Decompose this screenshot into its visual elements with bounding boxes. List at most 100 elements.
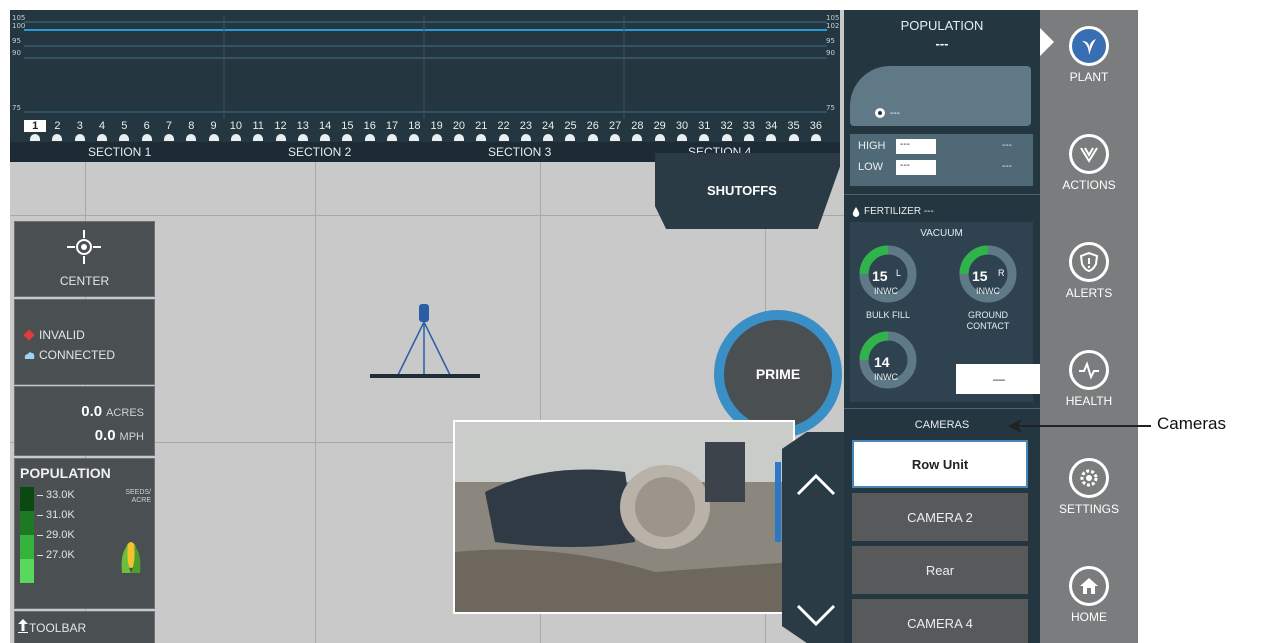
row-marker xyxy=(766,134,777,141)
row-number[interactable]: 15 xyxy=(336,120,358,132)
row-number[interactable]: 30 xyxy=(671,120,693,132)
row-marker xyxy=(342,134,353,141)
home-icon xyxy=(1069,566,1109,606)
prime-button[interactable]: PRIME xyxy=(724,320,832,428)
nav-settings[interactable]: SETTINGS xyxy=(1040,458,1138,516)
camera-4-button[interactable]: CAMERA 4 xyxy=(852,599,1028,643)
legend-item: 31.0K xyxy=(37,509,75,521)
shield-alert-icon xyxy=(1069,242,1109,282)
nav-health[interactable]: HEALTH xyxy=(1040,350,1138,408)
gps-status-panel[interactable]: INVALID CONNECTED xyxy=(14,299,155,385)
toolbar-button[interactable]: TOOLBAR xyxy=(14,611,155,643)
nav-home-label: HOME xyxy=(1071,610,1107,624)
row-number[interactable]: 26 xyxy=(582,120,604,132)
row-number[interactable]: 32 xyxy=(715,120,737,132)
camera-rear-button[interactable]: Rear xyxy=(852,546,1028,594)
camera-feed[interactable] xyxy=(453,420,795,614)
bulk-fill-title: BULK FILL xyxy=(865,310,911,320)
row-marker xyxy=(364,134,375,141)
nav-actions-label: ACTIONS xyxy=(1062,178,1116,192)
chart-tick-left: 95 xyxy=(12,37,21,45)
plant-icon xyxy=(1069,26,1109,66)
row-number[interactable]: 2 xyxy=(46,120,68,132)
shutoffs-button[interactable]: SHUTOFFS xyxy=(655,153,840,229)
nav-home[interactable]: HOME xyxy=(1040,566,1138,624)
fertilizer-status[interactable]: FERTILIZER --- xyxy=(864,206,934,217)
ground-contact-title: GROUND CONTACT xyxy=(966,310,1010,331)
row-marker xyxy=(119,134,130,141)
row-number[interactable]: 21 xyxy=(470,120,492,132)
row-number[interactable]: 23 xyxy=(515,120,537,132)
population-unit: SEEDS/ ACRE xyxy=(125,489,151,504)
camera-2-button[interactable]: CAMERA 2 xyxy=(852,493,1028,541)
droplet-icon xyxy=(852,207,860,217)
row-number[interactable]: 18 xyxy=(403,120,425,132)
row-number[interactable]: 10 xyxy=(225,120,247,132)
row-number[interactable]: 12 xyxy=(269,120,291,132)
row-number[interactable]: 11 xyxy=(247,120,269,132)
row-number[interactable]: 33 xyxy=(738,120,760,132)
camera-image xyxy=(455,422,793,612)
row-number[interactable]: 25 xyxy=(559,120,581,132)
section-2-label[interactable]: SECTION 2 xyxy=(288,145,351,159)
high-right-value: --- xyxy=(1002,140,1012,151)
population-color-scale xyxy=(20,487,34,583)
row-marker xyxy=(97,134,108,141)
chevron-up-icon[interactable] xyxy=(796,472,836,496)
divider xyxy=(844,408,1040,409)
row-number[interactable]: 29 xyxy=(649,120,671,132)
row-number[interactable]: 35 xyxy=(782,120,804,132)
low-right-value: --- xyxy=(1002,161,1012,172)
row-number[interactable]: 34 xyxy=(760,120,782,132)
nav-alerts[interactable]: ALERTS xyxy=(1040,242,1138,300)
vacuum-left-side: L xyxy=(896,268,902,278)
gps-status-label: INVALID xyxy=(39,328,85,342)
row-marker xyxy=(431,134,442,141)
shutoffs-label: SHUTOFFS xyxy=(707,183,777,198)
row-number[interactable]: 36 xyxy=(805,120,827,132)
row-number[interactable]: 19 xyxy=(426,120,448,132)
nav-actions[interactable]: ACTIONS xyxy=(1040,134,1138,192)
row-number[interactable]: 1 xyxy=(24,120,47,132)
row-number[interactable]: 14 xyxy=(314,120,336,132)
section-3-label[interactable]: SECTION 3 xyxy=(488,145,551,159)
row-number[interactable]: 22 xyxy=(492,120,514,132)
chevron-down-icon[interactable] xyxy=(796,604,836,628)
population-legend-panel[interactable]: POPULATION 33.0K 31.0K 29.0K 27.0K SEEDS… xyxy=(14,458,155,609)
actions-icon xyxy=(1069,134,1109,174)
row-number[interactable]: 8 xyxy=(180,120,202,132)
ground-contact-value: — xyxy=(956,364,1042,394)
plant-control-panel: POPULATION --- --- HIGH --- --- LOW --- … xyxy=(844,10,1042,643)
row-number[interactable]: 20 xyxy=(448,120,470,132)
nav-plant[interactable]: PLANT xyxy=(1040,26,1138,84)
row-number[interactable]: 17 xyxy=(381,120,403,132)
row-number[interactable]: 7 xyxy=(158,120,180,132)
acres-speed-panel[interactable]: 0.0 ACRES 0.0 MPH xyxy=(14,386,155,456)
gps-status-row: INVALID xyxy=(23,328,85,342)
row-number[interactable]: 4 xyxy=(91,120,113,132)
gauges-panel[interactable]: VACUUM 15 L INWC 15 R INWC BULK FILL GRO… xyxy=(850,222,1042,402)
high-low-panel[interactable]: HIGH --- --- LOW --- --- xyxy=(850,134,1033,186)
row-number[interactable]: 31 xyxy=(693,120,715,132)
planter-display: 105 100 95 90 75 105 102 95 90 75 123456… xyxy=(10,10,1138,643)
row-marker xyxy=(74,134,85,141)
row-number[interactable]: 28 xyxy=(626,120,648,132)
center-button[interactable]: CENTER xyxy=(14,221,155,297)
bulk-fill-unit: INWC xyxy=(874,372,898,382)
acres-metric: 0.0 ACRES xyxy=(81,403,144,420)
chart-tick-right: 95 xyxy=(826,37,835,45)
row-number[interactable]: 3 xyxy=(69,120,91,132)
row-number[interactable]: 16 xyxy=(359,120,381,132)
chart-tick-right: 75 xyxy=(826,104,835,112)
row-number[interactable]: 6 xyxy=(136,120,158,132)
camera-row-unit-button[interactable]: Row Unit xyxy=(852,440,1028,488)
row-number[interactable]: 5 xyxy=(113,120,135,132)
chart-tick-right: 102 xyxy=(826,22,840,30)
section-1-label[interactable]: SECTION 1 xyxy=(88,145,151,159)
row-number[interactable]: 27 xyxy=(604,120,626,132)
nav-plant-label: PLANT xyxy=(1069,70,1109,84)
row-number[interactable]: 24 xyxy=(537,120,559,132)
row-marker xyxy=(476,134,487,141)
row-number[interactable]: 9 xyxy=(202,120,224,132)
row-number[interactable]: 13 xyxy=(292,120,314,132)
